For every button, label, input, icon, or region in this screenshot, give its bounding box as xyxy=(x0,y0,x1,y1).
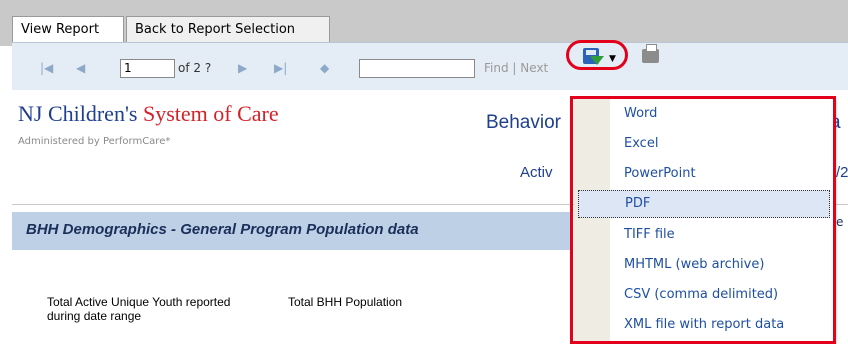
print-icon[interactable] xyxy=(642,44,659,63)
column-header-unique-youth: Total Active Unique Youth reported durin… xyxy=(47,295,231,323)
section-title: BHH Demographics - General Program Popul… xyxy=(26,221,419,238)
org-subtitle: Administered by PerformCare* xyxy=(18,136,171,147)
page-number-input[interactable]: 1 xyxy=(120,59,175,78)
next-link[interactable]: Next xyxy=(520,61,548,75)
first-page-icon[interactable]: |◀ xyxy=(40,61,53,75)
menu-item-excel[interactable]: Excel xyxy=(610,130,834,158)
menu-item-mhtml[interactable]: MHTML (web archive) xyxy=(610,251,834,279)
active-label-tail: /2 xyxy=(836,164,848,181)
column-header-bhh-population: Total BHH Population xyxy=(288,295,403,309)
find-separator: | xyxy=(512,61,517,75)
section-title-tail: e xyxy=(836,215,844,229)
back-icon[interactable]: ◆ xyxy=(320,61,329,75)
menu-item-powerpoint[interactable]: PowerPoint xyxy=(610,160,834,188)
org-name-blue: NJ Children's xyxy=(18,101,138,126)
tab-back-to-report-selection[interactable]: Back to Report Selection xyxy=(126,16,330,42)
report-toolbar: |◀ ◀ 1 of 2 ? ▶ ▶| ◆ Find | Next xyxy=(12,42,848,90)
find-link[interactable]: Find xyxy=(484,61,509,75)
find-controls: Find | Next xyxy=(484,61,548,75)
report-title: Behavior xyxy=(486,112,561,133)
menu-item-pdf[interactable]: PDF xyxy=(578,190,830,218)
export-highlight-ring xyxy=(566,40,628,70)
menu-item-csv[interactable]: CSV (comma delimited) xyxy=(610,281,834,309)
active-label: Activ xyxy=(520,164,553,181)
menu-gutter xyxy=(574,97,610,343)
org-name-red: System of Care xyxy=(142,101,279,126)
page-count-label: of 2 ? xyxy=(178,61,212,75)
menu-item-xml[interactable]: XML file with report data xyxy=(610,311,834,339)
menu-item-word[interactable]: Word xyxy=(610,100,834,128)
next-page-icon[interactable]: ▶ xyxy=(238,61,247,75)
last-page-icon[interactable]: ▶| xyxy=(274,61,287,75)
org-title: NJ Children's System of Care xyxy=(18,101,279,127)
export-dropdown-menu: Word Excel PowerPoint PDF TIFF file MHTM… xyxy=(574,97,834,343)
find-input[interactable] xyxy=(359,59,475,78)
prev-page-icon[interactable]: ◀ xyxy=(76,61,85,75)
menu-item-tiff[interactable]: TIFF file xyxy=(610,221,834,249)
tab-view-report[interactable]: View Report xyxy=(12,16,124,42)
